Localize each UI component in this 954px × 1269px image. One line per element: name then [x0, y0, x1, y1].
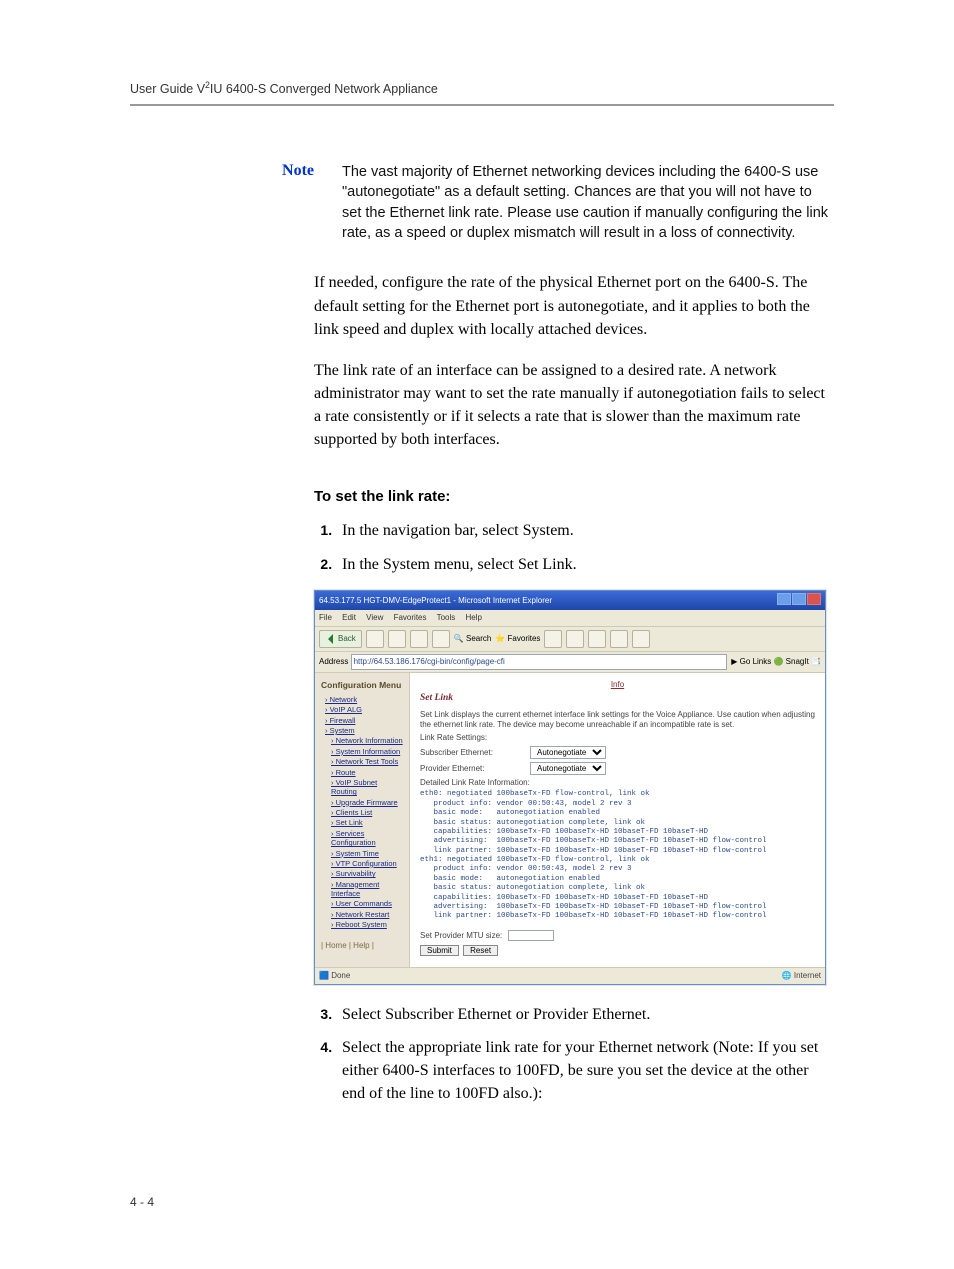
note-block: Note The vast majority of Ethernet netwo… [230, 162, 834, 243]
refresh-button[interactable] [410, 630, 428, 648]
window-titlebar: 64.53.177.5 HGT-DMV-EdgeProtect1 - Micro… [315, 591, 825, 611]
note-label: Note [230, 162, 342, 180]
menu-tools[interactable]: Tools [437, 613, 456, 622]
sidebar-item[interactable]: › Upgrade Firmware [331, 798, 405, 807]
status-left: 🟦 Done [319, 970, 350, 982]
menu-view[interactable]: View [366, 613, 383, 622]
stop-button[interactable] [388, 630, 406, 648]
sidebar-title: Configuration Menu [321, 679, 405, 691]
sidebar-item[interactable]: › System [325, 726, 405, 735]
sidebar-item[interactable]: › Network Test Tools [331, 757, 405, 766]
sidebar-item[interactable]: › VTP Configuration [331, 859, 405, 868]
page-number: 4 - 4 [130, 1195, 834, 1209]
sidebar-item[interactable]: › Management Interface [331, 880, 405, 899]
links-label: Links [753, 656, 772, 668]
submit-button[interactable]: Submit [420, 945, 459, 956]
sidebar-item[interactable]: › System Information [331, 747, 405, 756]
history-button[interactable] [544, 630, 562, 648]
address-input[interactable]: http://64.53.186.176/cgi-bin/config/page… [351, 654, 728, 670]
search-button[interactable]: 🔍 Search [454, 633, 492, 645]
step-4: Select the appropriate link rate for you… [336, 1036, 834, 1106]
rate-settings-label: Link Rate Settings: [420, 733, 815, 743]
sidebar-item[interactable]: › Reboot System [331, 920, 405, 929]
browser-menubar[interactable]: File Edit View Favorites Tools Help [315, 610, 825, 627]
reset-button[interactable]: Reset [463, 945, 498, 956]
step-2: In the System menu, select Set Link. [336, 553, 834, 576]
subscriber-eth-label: Subscriber Ethernet: [420, 747, 530, 759]
favorites-button[interactable]: ⭐ Favorites [495, 633, 540, 645]
mail-button[interactable] [566, 630, 584, 648]
snagit-button[interactable]: 🟢 SnagIt [773, 656, 808, 668]
sidebar-item[interactable]: › Clients List [331, 808, 405, 817]
sidebar-item[interactable]: › Network Restart [331, 910, 405, 919]
menu-favorites[interactable]: Favorites [394, 613, 427, 622]
provider-eth-select[interactable]: Autonegotiate [530, 762, 606, 775]
detail-output: eth0: negotiated 100baseTx-FD flow-contr… [420, 790, 815, 921]
sidebar-item[interactable]: › Network [325, 695, 405, 704]
sidebar-item[interactable]: › User Commands [331, 899, 405, 908]
status-bar: 🟦 Done 🌐 Internet [315, 967, 825, 984]
address-bar: Address http://64.53.186.176/cgi-bin/con… [315, 652, 825, 673]
sidebar-item[interactable]: › Survivability [331, 869, 405, 878]
sidebar-item[interactable]: › Services Configuration [331, 829, 405, 848]
mtu-label: Set Provider MTU size: [420, 930, 502, 942]
sidebar-item[interactable]: › Firewall [325, 716, 405, 725]
go-button[interactable]: ▶ Go [731, 656, 750, 668]
page-header: User Guide V2IU 6400-S Converged Network… [130, 80, 834, 106]
subheading-set-link-rate: To set the link rate: [314, 486, 834, 508]
window-title: 64.53.177.5 HGT-DMV-EdgeProtect1 - Micro… [319, 595, 552, 607]
note-text: The vast majority of Ethernet networking… [342, 162, 834, 243]
sidebar-item[interactable]: › System Time [331, 849, 405, 858]
config-sidebar: Configuration Menu › Network› VoIP ALG › … [315, 673, 410, 967]
paragraph-1: If needed, configure the rate of the phy… [314, 271, 834, 341]
sidebar-item[interactable]: › VoIP ALG [325, 705, 405, 714]
content-heading: Set Link [420, 692, 815, 706]
sidebar-item[interactable]: › Set Link [331, 818, 405, 827]
back-button[interactable]: Back [319, 630, 362, 648]
menu-help[interactable]: Help [466, 613, 482, 622]
window-buttons[interactable] [776, 593, 821, 609]
content-panel: Info Set Link Set Link displays the curr… [410, 673, 825, 967]
detail-label: Detailed Link Rate Information: [420, 778, 815, 788]
step-3: Select Subscriber Ethernet or Provider E… [336, 1003, 834, 1026]
sidebar-footer[interactable]: | Home | Help | [321, 940, 405, 952]
edit-button[interactable] [610, 630, 628, 648]
sidebar-item[interactable]: › Network Information [331, 736, 405, 745]
subscriber-eth-select[interactable]: Autonegotiate [530, 746, 606, 759]
forward-button[interactable] [366, 630, 384, 648]
menu-edit[interactable]: Edit [342, 613, 356, 622]
sidebar-item[interactable]: › VoIP Subnet Routing [331, 778, 405, 797]
sidebar-item[interactable]: › Route [331, 768, 405, 777]
print-button[interactable] [588, 630, 606, 648]
provider-eth-label: Provider Ethernet: [420, 763, 530, 775]
status-right: 🌐 Internet [782, 970, 821, 982]
discuss-button[interactable] [632, 630, 650, 648]
address-label: Address [319, 656, 348, 668]
content-intro: Set Link displays the current ethernet i… [420, 710, 815, 731]
step-1: In the navigation bar, select System. [336, 519, 834, 542]
home-button[interactable] [432, 630, 450, 648]
menu-file[interactable]: File [319, 613, 332, 622]
mtu-input[interactable] [508, 930, 554, 941]
info-link[interactable]: Info [611, 680, 624, 689]
browser-toolbar: Back 🔍 Search ⭐ Favorites [315, 627, 825, 652]
paragraph-2: The link rate of an interface can be ass… [314, 359, 834, 452]
browser-screenshot: 64.53.177.5 HGT-DMV-EdgeProtect1 - Micro… [314, 590, 826, 985]
